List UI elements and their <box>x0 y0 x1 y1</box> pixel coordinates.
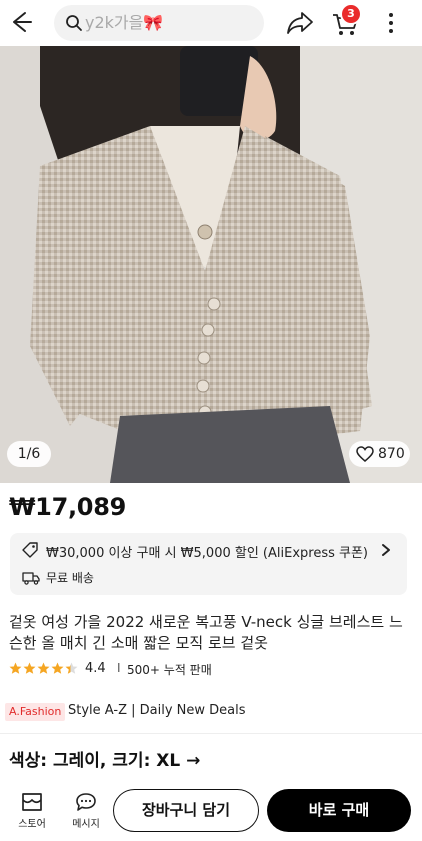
heart-icon <box>356 446 374 462</box>
message-icon <box>76 793 96 811</box>
like-count: 870 <box>378 446 405 462</box>
coupon-tag-icon <box>22 542 38 558</box>
shipping-text: 무료 배송 <box>46 571 94 585</box>
share-icon[interactable] <box>285 9 315 37</box>
message-button[interactable]: 메시지 <box>66 788 106 834</box>
coupon-box[interactable]: ₩30,000 이상 구매 시 ₩5,000 할인 (AliExpress 쿠폰… <box>10 533 407 595</box>
store-icon <box>22 793 42 811</box>
sold-count: 500+ 누적 판매 <box>127 663 212 677</box>
shipping-truck-icon <box>22 572 40 585</box>
rating-row[interactable]: 4.4 I 500+ 누적 판매 <box>9 660 309 678</box>
back-arrow-icon[interactable] <box>8 7 38 37</box>
store-button[interactable]: 스토어 <box>12 788 52 834</box>
rating-value: 4.4 <box>85 661 106 676</box>
product-title: 겉옷 여성 가을 2022 새로운 복고풍 V-neck 싱글 브레스트 느슨한… <box>9 613 403 652</box>
message-button-label: 메시지 <box>72 819 100 830</box>
product-price: ₩17,089 <box>9 493 126 521</box>
top-bar: y2k가을🎀 3 <box>0 0 422 46</box>
product-photo-illustration <box>0 46 422 483</box>
more-options-icon[interactable] <box>381 10 401 36</box>
divider <box>0 733 422 734</box>
product-image[interactable]: 1/6 870 <box>0 46 422 483</box>
store-logo: A.Fashion <box>5 703 66 721</box>
store-banner[interactable]: A.Fashion Style A-Z | Daily New Deals <box>0 702 422 724</box>
buy-now-button[interactable]: 바로 구매 <box>267 789 411 832</box>
search-icon <box>66 15 82 31</box>
search-placeholder: y2k가을🎀 <box>85 13 164 32</box>
rating-separator: I <box>117 661 121 675</box>
option-selector[interactable]: 색상: 그레이, 크기: XL → <box>9 746 200 771</box>
add-to-cart-button[interactable]: 장바구니 담기 <box>113 789 259 832</box>
store-button-label: 스토어 <box>18 819 46 830</box>
coupon-text: ₩30,000 이상 구매 시 ₩5,000 할인 (AliExpress 쿠폰… <box>46 546 369 561</box>
wishlist-button[interactable]: 870 <box>349 441 410 467</box>
bottom-action-bar: 스토어 메시지 장바구니 담기 바로 구매 <box>0 780 422 841</box>
search-bar[interactable]: y2k가을🎀 <box>54 5 264 41</box>
chevron-right-icon <box>382 544 390 556</box>
cart-count-badge: 3 <box>340 3 362 25</box>
star-rating-icon <box>9 662 78 674</box>
store-tagline: Style A-Z | Daily New Deals <box>68 703 246 718</box>
image-counter: 1/6 <box>7 441 51 467</box>
